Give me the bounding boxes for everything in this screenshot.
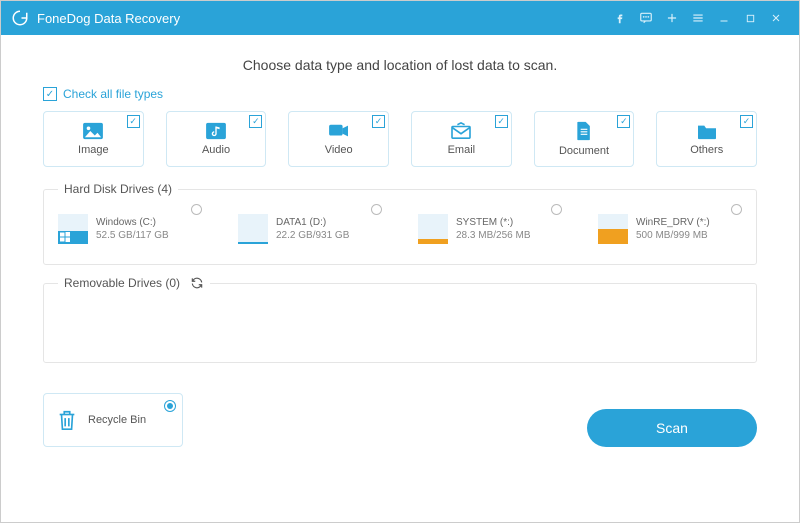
- checkbox-icon[interactable]: ✓: [495, 115, 508, 128]
- type-label: Image: [78, 144, 109, 156]
- type-label: Document: [559, 145, 609, 157]
- video-icon: [328, 122, 350, 140]
- hdd-legend: Hard Disk Drives (4): [58, 182, 178, 196]
- check-all-checkbox[interactable]: ✓: [43, 87, 57, 101]
- drive-name: WinRE_DRV (*:): [636, 216, 710, 230]
- drive-size: 28.3 MB/256 MB: [456, 229, 530, 243]
- type-label: Others: [690, 144, 723, 156]
- close-button[interactable]: [763, 5, 789, 31]
- checkbox-icon[interactable]: ✓: [372, 115, 385, 128]
- drive-name: DATA1 (D:): [276, 216, 349, 230]
- drive-item[interactable]: DATA1 (D:)22.2 GB/931 GB: [238, 206, 382, 252]
- plus-icon[interactable]: [659, 5, 685, 31]
- removable-section: Removable Drives (0): [43, 283, 757, 363]
- drive-usage-icon: [58, 214, 88, 244]
- file-type-row: ✓ Image ✓ Audio ✓ Video ✓ Email ✓ Docume…: [43, 111, 757, 167]
- recycle-bin-card[interactable]: Recycle Bin: [43, 393, 183, 447]
- type-label: Video: [325, 144, 353, 156]
- drive-radio[interactable]: [371, 204, 382, 215]
- drive-size: 52.5 GB/117 GB: [96, 229, 169, 243]
- drive-size: 22.2 GB/931 GB: [276, 229, 349, 243]
- recycle-label: Recycle Bin: [88, 414, 146, 426]
- type-email[interactable]: ✓ Email: [411, 111, 512, 167]
- maximize-button[interactable]: [737, 5, 763, 31]
- audio-icon: [205, 122, 227, 140]
- drive-info: DATA1 (D:)22.2 GB/931 GB: [276, 216, 349, 243]
- folder-icon: [696, 122, 718, 140]
- app-title: FoneDog Data Recovery: [37, 11, 180, 26]
- scan-label: Scan: [656, 420, 688, 436]
- facebook-icon[interactable]: [607, 5, 633, 31]
- menu-icon[interactable]: [685, 5, 711, 31]
- type-document[interactable]: ✓ Document: [534, 111, 635, 167]
- page-heading: Choose data type and location of lost da…: [43, 57, 757, 73]
- drive-usage-icon: [598, 214, 628, 244]
- drive-radio[interactable]: [191, 204, 202, 215]
- refresh-icon[interactable]: [190, 276, 204, 290]
- drive-name: Windows (C:): [96, 216, 169, 230]
- logo-icon: [11, 9, 29, 27]
- type-image[interactable]: ✓ Image: [43, 111, 144, 167]
- checkbox-icon[interactable]: ✓: [740, 115, 753, 128]
- type-audio[interactable]: ✓ Audio: [166, 111, 267, 167]
- checkbox-icon[interactable]: ✓: [617, 115, 630, 128]
- email-icon: [450, 122, 472, 140]
- drive-item[interactable]: SYSTEM (*:)28.3 MB/256 MB: [418, 206, 562, 252]
- drive-radio[interactable]: [731, 204, 742, 215]
- check-all-label: Check all file types: [63, 87, 163, 101]
- drive-size: 500 MB/999 MB: [636, 229, 710, 243]
- checkbox-icon[interactable]: ✓: [249, 115, 262, 128]
- drive-usage-icon: [238, 214, 268, 244]
- titlebar: FoneDog Data Recovery: [1, 1, 799, 35]
- type-label: Audio: [202, 144, 230, 156]
- document-icon: [575, 121, 593, 141]
- drive-info: Windows (C:)52.5 GB/117 GB: [96, 216, 169, 243]
- drive-usage-icon: [418, 214, 448, 244]
- type-video[interactable]: ✓ Video: [288, 111, 389, 167]
- drive-info: WinRE_DRV (*:)500 MB/999 MB: [636, 216, 710, 243]
- check-all-row[interactable]: ✓ Check all file types: [43, 87, 757, 101]
- radio-selected-icon[interactable]: [164, 400, 176, 412]
- drive-radio[interactable]: [551, 204, 562, 215]
- app-logo: FoneDog Data Recovery: [11, 9, 180, 27]
- type-others[interactable]: ✓ Others: [656, 111, 757, 167]
- minimize-button[interactable]: [711, 5, 737, 31]
- scan-button[interactable]: Scan: [587, 409, 757, 447]
- drive-item[interactable]: Windows (C:)52.5 GB/117 GB: [58, 206, 202, 252]
- drive-info: SYSTEM (*:)28.3 MB/256 MB: [456, 216, 530, 243]
- checkbox-icon[interactable]: ✓: [127, 115, 140, 128]
- image-icon: [82, 122, 104, 140]
- type-label: Email: [448, 144, 476, 156]
- hdd-section: Hard Disk Drives (4) Windows (C:)52.5 GB…: [43, 189, 757, 265]
- removable-legend: Removable Drives (0): [64, 276, 180, 290]
- feedback-icon[interactable]: [633, 5, 659, 31]
- drive-name: SYSTEM (*:): [456, 216, 530, 230]
- drive-item[interactable]: WinRE_DRV (*:)500 MB/999 MB: [598, 206, 742, 252]
- trash-icon: [56, 408, 78, 432]
